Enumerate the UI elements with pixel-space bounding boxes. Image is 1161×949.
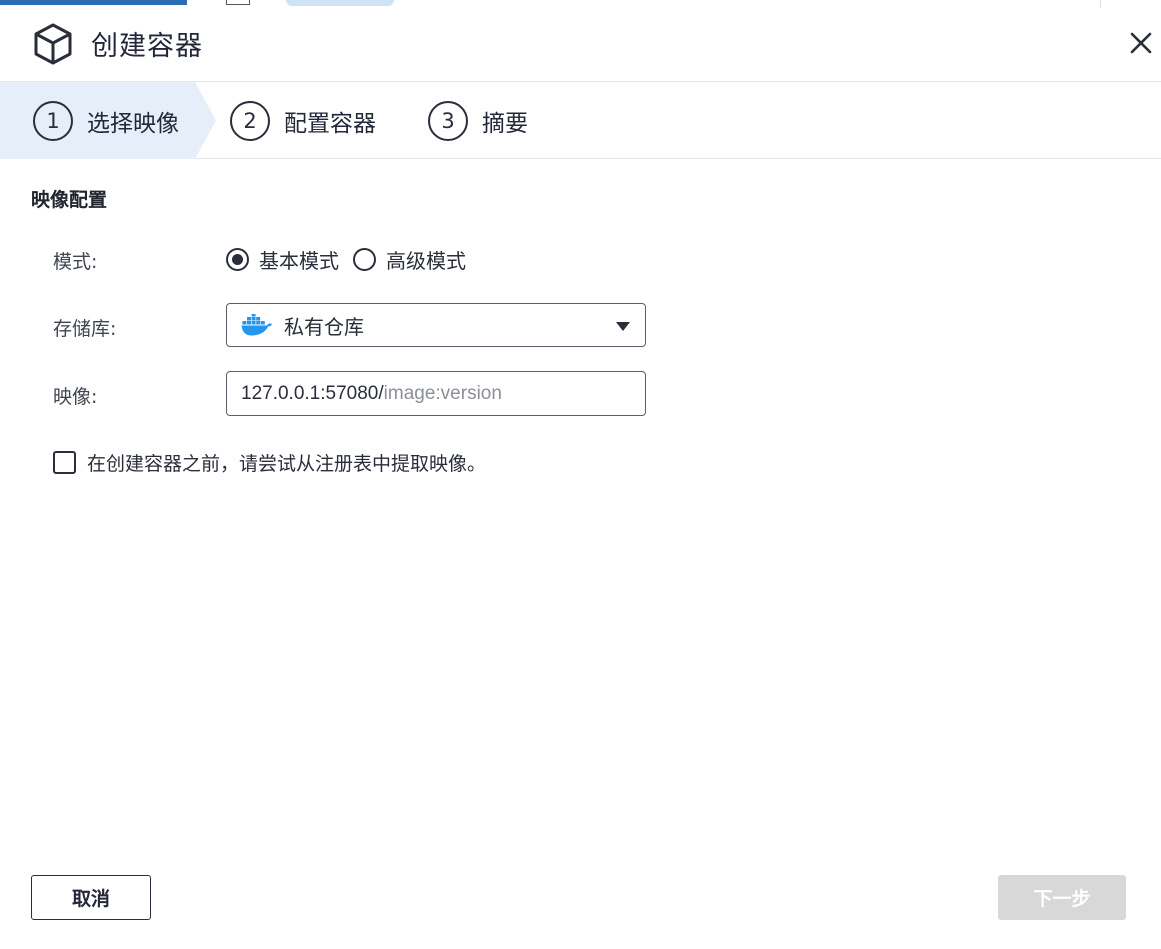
- background-window-control: [226, 0, 250, 5]
- chevron-down-icon: [616, 322, 630, 331]
- step-summary[interactable]: 3 摘要: [395, 82, 528, 159]
- step-number: 2: [230, 100, 270, 141]
- step-number: 1: [33, 100, 73, 141]
- step-configure-container[interactable]: 2 配置容器: [197, 82, 376, 159]
- close-icon[interactable]: [1128, 30, 1154, 56]
- registry-select[interactable]: 私有仓库: [226, 303, 646, 347]
- basic-mode-label[interactable]: 基本模式: [259, 245, 339, 274]
- registry-prefix: 127.0.0.1:57080/: [241, 382, 384, 404]
- step-select-image[interactable]: 1 选择映像: [0, 82, 216, 159]
- image-label: 映像:: [53, 386, 98, 408]
- step-label: 摘要: [482, 110, 528, 137]
- image-input-field[interactable]: 127.0.0.1:57080/: [226, 371, 646, 416]
- next-button[interactable]: 下一步: [998, 875, 1126, 920]
- basic-mode-radio[interactable]: 基本模式: [226, 245, 339, 274]
- pull-image-label[interactable]: 在创建容器之前，请尝试从注册表中提取映像。: [87, 449, 486, 476]
- image-input[interactable]: [383, 382, 624, 405]
- section-title: 映像配置: [31, 189, 108, 211]
- dialog-header: 创建容器: [0, 6, 1161, 82]
- registry-selected-value: 私有仓库: [284, 314, 364, 339]
- radio-checked-icon[interactable]: [226, 248, 249, 271]
- mode-label: 模式:: [53, 251, 98, 273]
- advanced-mode-label[interactable]: 高级模式: [386, 245, 466, 274]
- background-tab: [0, 0, 187, 5]
- pull-image-checkbox[interactable]: 在创建容器之前，请尝试从注册表中提取映像。: [53, 449, 486, 476]
- radio-unchecked-icon[interactable]: [353, 248, 376, 271]
- checkbox-unchecked-icon[interactable]: [53, 451, 76, 474]
- step-label: 配置容器: [284, 110, 376, 137]
- step-number: 3: [428, 100, 468, 141]
- dialog-title: 创建容器: [91, 31, 203, 62]
- advanced-mode-radio[interactable]: 高级模式: [353, 245, 466, 274]
- wizard-steps: 1 选择映像 2 配置容器 3 摘要: [0, 82, 1161, 159]
- docker-icon: [241, 314, 272, 336]
- step-label: 选择映像: [87, 110, 179, 137]
- mode-radio-group: 基本模式 高级模式: [226, 245, 466, 274]
- cancel-button[interactable]: 取消: [31, 875, 151, 920]
- registry-label: 存储库:: [53, 318, 117, 340]
- cube-icon: [34, 23, 72, 65]
